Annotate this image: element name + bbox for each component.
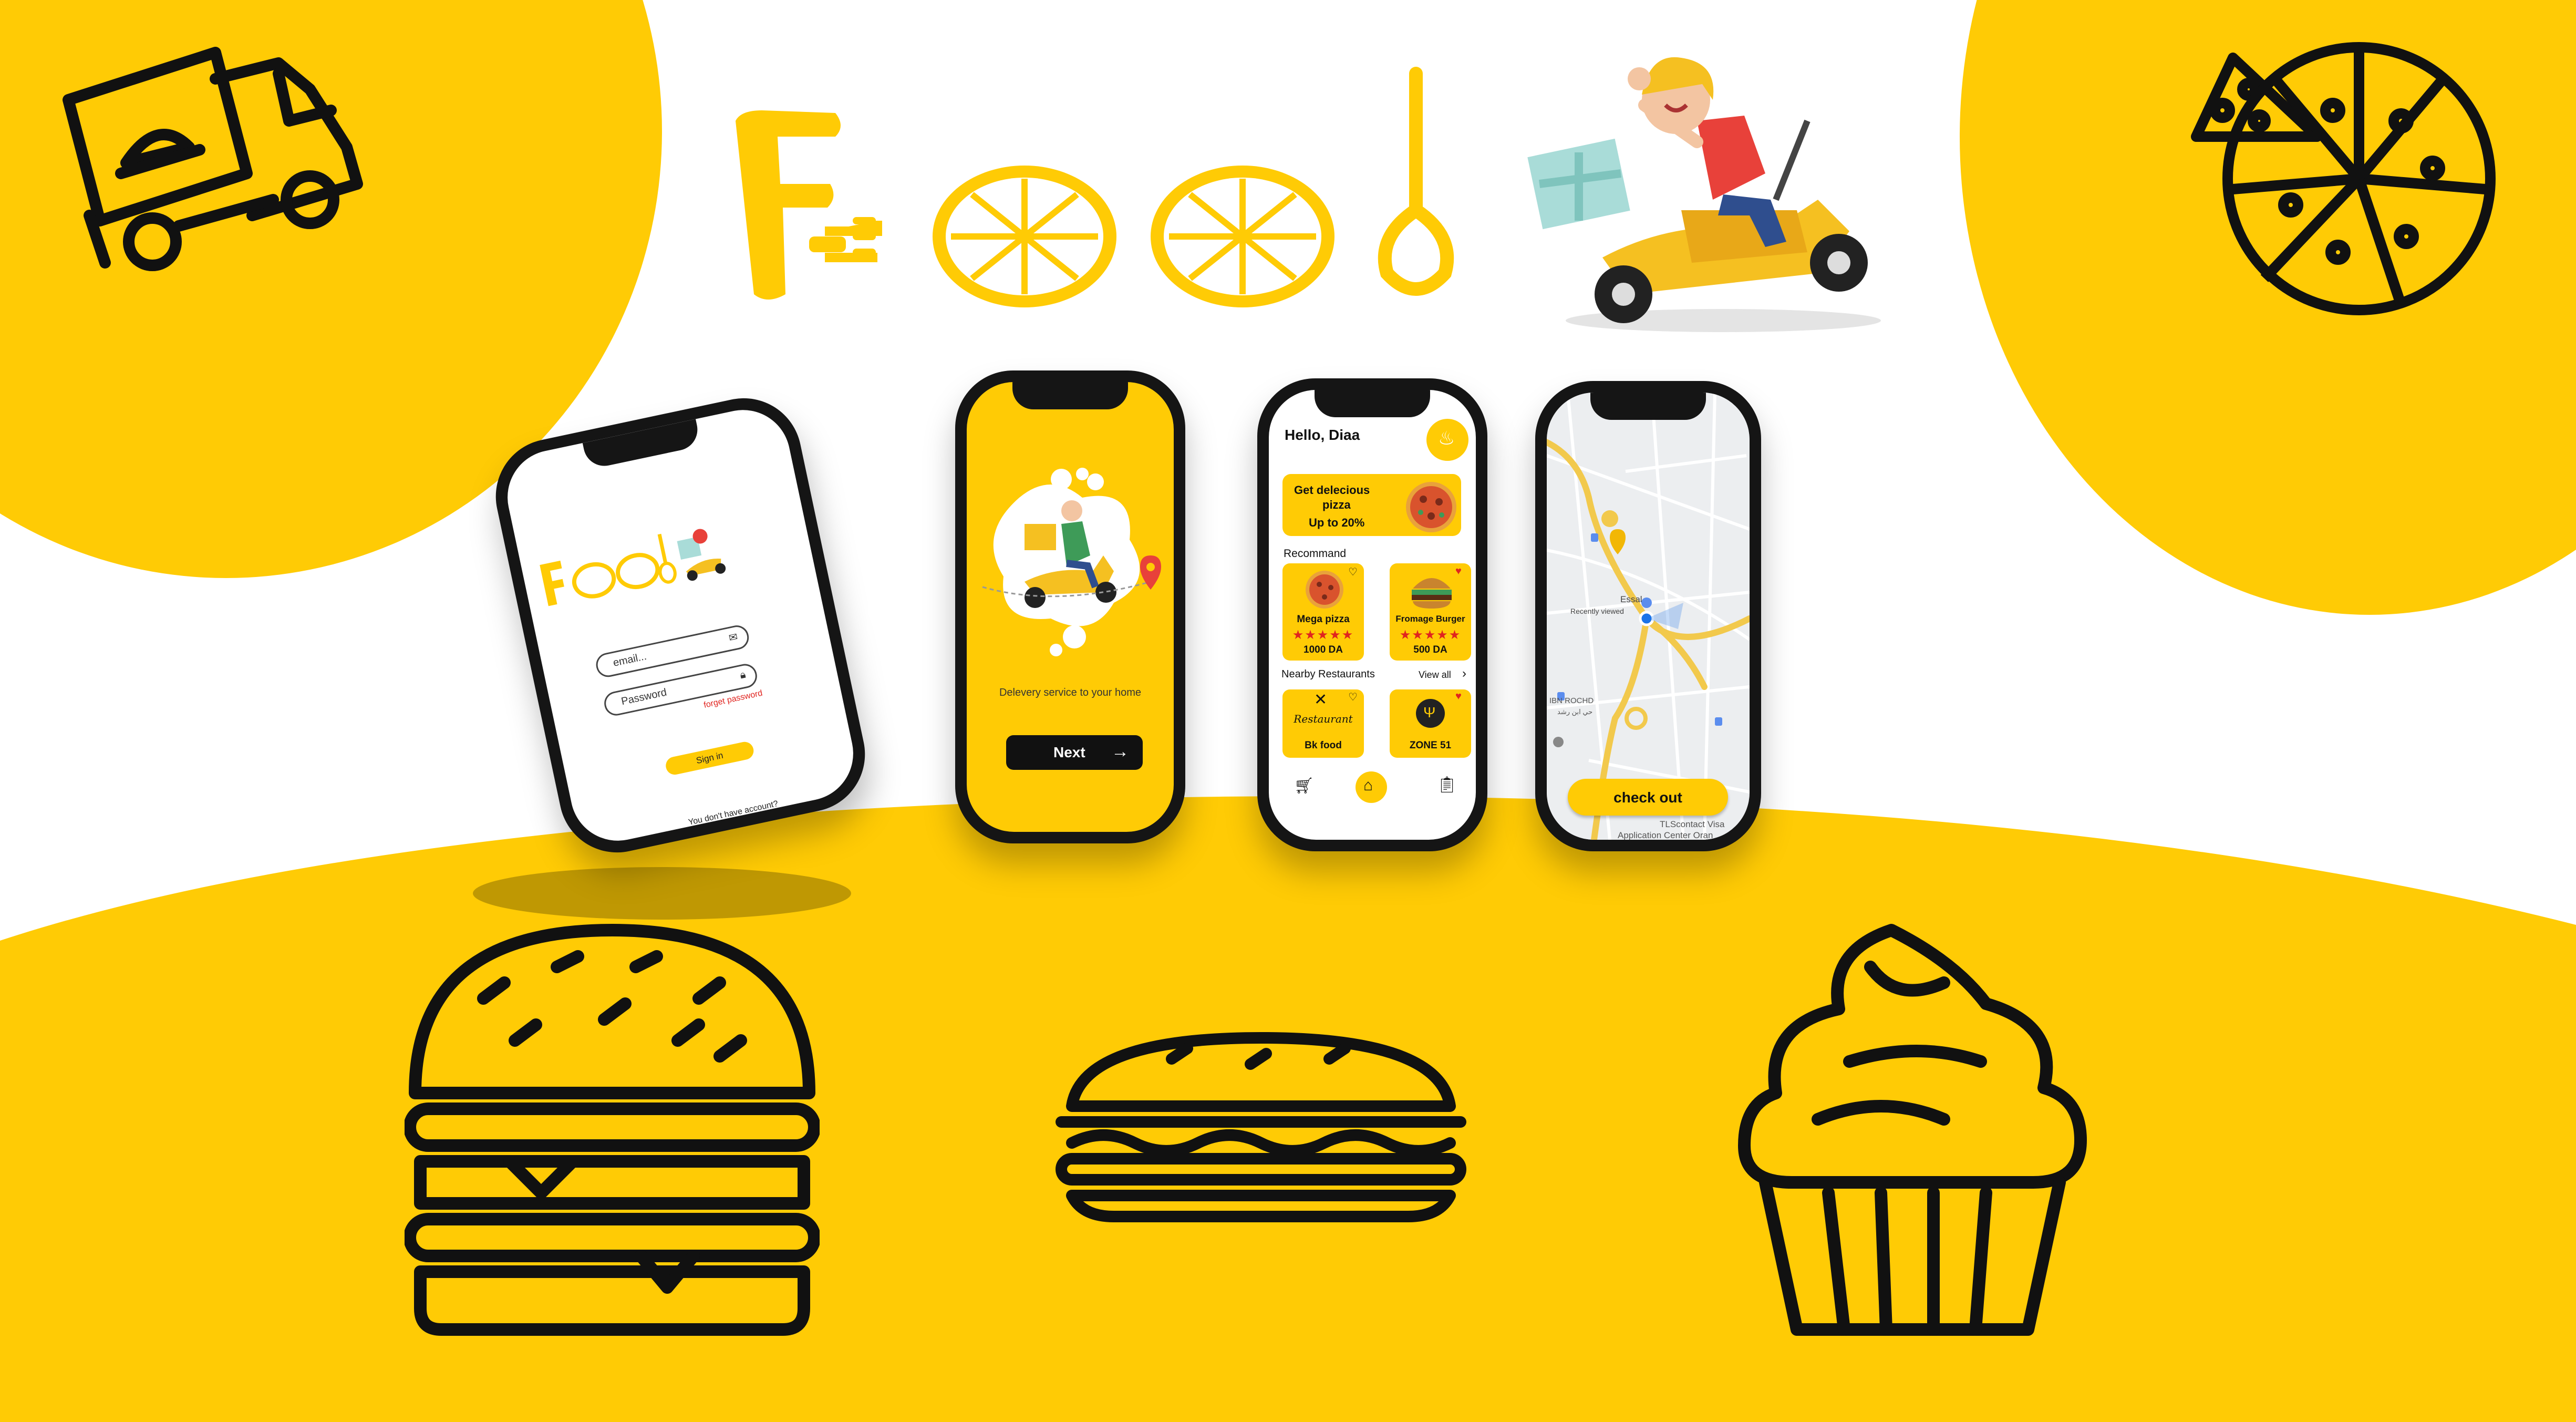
lock-icon: 🔒︎	[739, 668, 747, 682]
signin-button[interactable]: Sign in	[664, 740, 756, 777]
signin-button-label: Sign in	[695, 750, 725, 766]
map-place-label: Essal	[1620, 594, 1642, 604]
sandwich-icon	[1056, 1032, 1466, 1222]
promo-line1: Get delecious	[1294, 483, 1370, 497]
clipboard-icon[interactable]: 📋︎	[1437, 776, 1457, 794]
phone-notch	[1315, 390, 1430, 417]
heart-filled-icon[interactable]: ♥	[1455, 565, 1462, 578]
promo-banner[interactable]: Get delecious pizza Up to 20%	[1282, 474, 1461, 536]
phone-notch	[1012, 382, 1128, 409]
item-name: Fromage Burger	[1395, 614, 1465, 624]
burger-icon	[405, 924, 820, 1336]
phone-shadow	[473, 867, 851, 920]
delivery-scene-illustration	[982, 468, 1161, 656]
heart-filled-icon[interactable]: ♥	[1455, 691, 1462, 703]
heart-icon[interactable]: ♡	[1348, 565, 1358, 579]
rating-stars: ★★★★★	[1292, 628, 1354, 642]
recommend-card-1[interactable]: ♡ Mega pizza ★★★★★ 1000 DA	[1282, 563, 1364, 661]
checkout-button-label: check out	[1613, 789, 1682, 806]
cupcake-icon	[1738, 924, 2087, 1336]
password-placeholder: Password	[620, 686, 668, 708]
spoon-l	[1378, 67, 1454, 296]
restaurant-name: ZONE 51	[1409, 740, 1452, 751]
item-name: Mega pizza	[1297, 614, 1350, 625]
map-district-label: IBN ROCHD	[1549, 696, 1594, 705]
food-truck-icon	[63, 47, 363, 271]
profile-button[interactable]: ♨	[1426, 419, 1468, 461]
view-all-link[interactable]: View all	[1419, 669, 1451, 681]
login-logo	[540, 529, 726, 606]
burger-thumb	[1412, 578, 1452, 609]
fork-icon: Ψ	[1423, 704, 1436, 720]
next-button-label: Next	[1053, 744, 1085, 760]
zone51-logo: Ψ	[1416, 699, 1445, 728]
onboarding-caption: Delevery service to your home	[999, 687, 1142, 698]
pizza-photo	[1406, 482, 1456, 532]
delivery-rider-illustration	[1527, 57, 1881, 332]
chef-hat-icon: ♨	[1438, 427, 1455, 449]
cart-icon[interactable]: 🛒︎	[1294, 777, 1314, 795]
phone-home: Hello, Diaa ♨ Get delecious pizza Up to …	[1257, 378, 1487, 851]
greeting-title: Hello, Diaa	[1285, 427, 1360, 443]
restaurant-name: Bk food	[1305, 740, 1342, 751]
map-recent-label: Recently viewed	[1570, 607, 1624, 615]
home-icon: ⌂	[1363, 777, 1373, 794]
restaurant-logo-text: Restaurant	[1294, 713, 1353, 725]
phone-notch	[1590, 393, 1706, 420]
pizza-thumb	[1306, 571, 1343, 609]
mail-icon: ✉	[728, 631, 739, 645]
rating-stars: ★★★★★	[1399, 628, 1462, 642]
next-button[interactable]: Next →	[1006, 735, 1143, 770]
map-view[interactable]	[1547, 393, 1750, 840]
arrow-right-icon: →	[1111, 741, 1129, 761]
item-price: 1000 DA	[1303, 644, 1343, 655]
recommend-card-2[interactable]: ♥ Fromage Burger ★★★★★ 500 DA	[1390, 563, 1471, 661]
promo-line3: Up to 20%	[1309, 516, 1365, 529]
fork-knife-icon: ✕	[1314, 691, 1328, 708]
email-placeholder: email...	[612, 650, 648, 669]
bottom-nav: 🛒︎ ⌂ 📋︎	[1269, 768, 1476, 810]
food-logo	[736, 67, 1454, 307]
pizza-o-1	[933, 166, 1116, 307]
map-arabic-label: حي ابن رشد	[1557, 708, 1593, 716]
poi-label-1: TLScontact Visa	[1660, 819, 1725, 829]
recommend-title: Recommand	[1284, 548, 1347, 560]
restaurant-card-2[interactable]: ♥ Ψ ZONE 51	[1390, 689, 1471, 758]
home-nav-button[interactable]: ⌂	[1356, 771, 1387, 803]
restaurant-card-1[interactable]: ♡ ✕ Restaurant Bk food	[1282, 689, 1364, 758]
checkout-button[interactable]: check out	[1568, 779, 1728, 816]
pizza-icon	[2191, 42, 2496, 315]
pizza-o-2	[1151, 166, 1334, 307]
heart-icon[interactable]: ♡	[1348, 691, 1358, 704]
nearby-title: Nearby Restaurants	[1281, 668, 1375, 680]
promo-line2: pizza	[1322, 498, 1351, 511]
poi-label-2: Application Center Oran	[1618, 830, 1713, 840]
chevron-right-icon[interactable]: ›	[1462, 666, 1466, 681]
phone-map: Essal Recently viewed IBN ROCHD حي ابن ر…	[1535, 381, 1761, 851]
item-price: 500 DA	[1413, 644, 1447, 655]
phone-onboarding: Delevery service to your home Next →	[955, 370, 1185, 843]
